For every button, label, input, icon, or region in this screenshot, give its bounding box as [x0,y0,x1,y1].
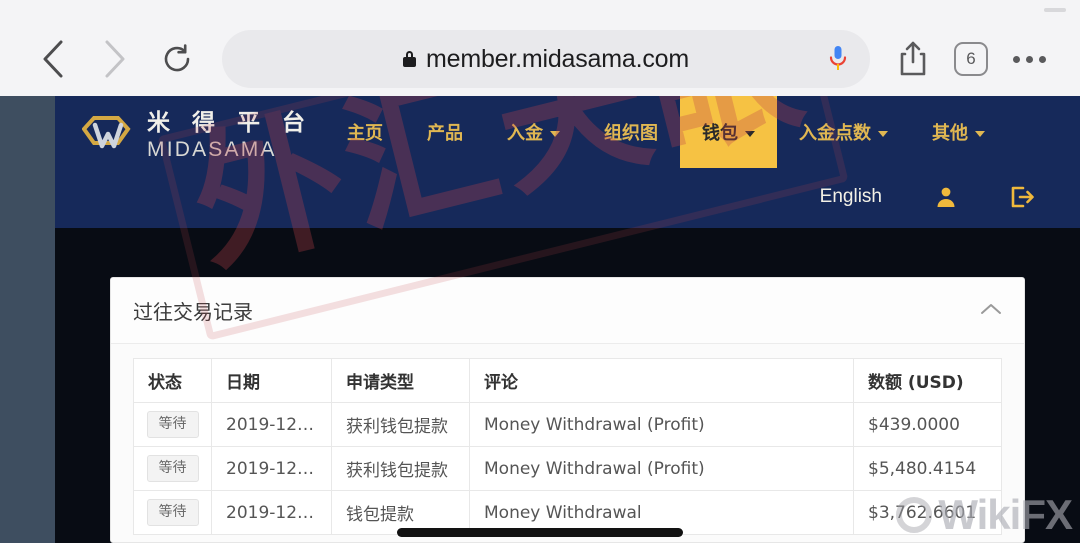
status-badge: 等待 [146,498,199,527]
browser-chrome: member.midasama.com 6 [0,0,1080,96]
share-button[interactable] [884,30,942,88]
forward-button[interactable] [84,28,146,90]
chevron-down-icon [745,130,755,137]
chevron-up-icon[interactable] [980,299,1002,322]
midasama-logo-icon [82,116,131,149]
col-amount: 数额 (USD) [853,358,1002,403]
cell-amount: $5,480.4154 [853,446,1002,491]
share-icon [900,41,926,76]
lock-icon [403,51,417,67]
nav-label: 入金点数 [799,123,871,144]
col-type: 申请类型 [331,358,470,403]
site-header: 米 得 平 台 MIDASAMA 主页 产品 入金 组织图 钱包 入金点数 其他… [55,96,1080,228]
back-button[interactable] [22,28,84,90]
more-menu-button[interactable] [1000,30,1058,88]
status-badge: 等待 [146,410,199,439]
cell-date: 2019-12-09 [211,490,332,535]
table-head: 状态 日期 申请类型 评论 数额 (USD) [133,358,1002,403]
logout-button[interactable] [984,185,1060,209]
nav-item-deposit-points[interactable]: 入金点数 [777,96,910,168]
tab-count-button[interactable]: 6 [942,30,1000,88]
transaction-table: 状态 日期 申请类型 评论 数额 (USD) 等待 2019-12-10 获利钱… [133,358,1002,535]
logout-icon [1011,186,1034,208]
cell-amount: $3,762.6601 [853,490,1002,535]
cell-status: 等待 [133,490,212,535]
status-badge: 等待 [146,454,199,483]
table-body: 等待 2019-12-10 获利钱包提款 Money Withdrawal (P… [133,402,1002,535]
secondary-navigation: English [794,172,1060,222]
chevron-down-icon [550,130,560,137]
account-button[interactable] [908,185,984,209]
cell-comment: Money Withdrawal (Profit) [469,446,854,491]
chevron-left-icon [43,40,63,78]
microphone-icon[interactable] [828,45,848,73]
screenshot-root: member.midasama.com 6 米 得 平 台 MIDASAMA 主… [0,0,1080,543]
table-row[interactable]: 等待 2019-12-09 获利钱包提款 Money Withdrawal (P… [133,446,1002,491]
user-icon [937,187,955,207]
nav-item-other[interactable]: 其他 [910,96,1007,168]
status-bar [0,0,1080,22]
col-date: 日期 [211,358,332,403]
cell-status: 等待 [133,446,212,491]
cell-status: 等待 [133,402,212,447]
col-status: 状态 [133,358,212,403]
brand-logo[interactable]: 米 得 平 台 MIDASAMA [82,112,312,160]
language-switch-link[interactable]: English [794,186,908,208]
brand-name-cn: 米 得 平 台 [147,110,313,136]
url-text: member.midasama.com [426,44,689,73]
address-bar-content: member.midasama.com [403,45,689,74]
nav-label: 钱包 [702,123,738,144]
status-bar-indicator [1044,8,1066,12]
address-bar[interactable]: member.midasama.com [222,30,870,88]
nav-item-wallet[interactable]: 钱包 [680,96,777,168]
reload-icon [164,44,190,72]
table-header-row: 状态 日期 申请类型 评论 数额 (USD) [133,358,1002,403]
card-title: 过往交易记录 [133,300,253,324]
nav-item-deposit[interactable]: 入金 [485,96,582,168]
chevron-down-icon [975,130,985,137]
col-comment: 评论 [469,358,854,403]
table-row[interactable]: 等待 2019-12-10 获利钱包提款 Money Withdrawal (P… [133,402,1002,447]
nav-label: 其他 [932,123,968,144]
main-navigation: 主页 产品 入金 组织图 钱包 入金点数 其他 [325,96,1007,168]
web-page: 米 得 平 台 MIDASAMA 主页 产品 入金 组织图 钱包 入金点数 其他… [55,96,1080,543]
cell-type: 获利钱包提款 [331,402,470,447]
card-header[interactable]: 过往交易记录 [111,278,1024,344]
cell-date: 2019-12-10 [211,402,332,447]
table-container: 状态 日期 申请类型 评论 数额 (USD) 等待 2019-12-10 获利钱… [111,344,1024,535]
reload-button[interactable] [146,28,208,90]
transaction-history-card: 过往交易记录 状态 日期 申请类型 评论 数额 (USD) 等待 2019-12… [110,277,1025,543]
nav-item-org-chart[interactable]: 组织图 [582,96,680,168]
page-viewport: 米 得 平 台 MIDASAMA 主页 产品 入金 组织图 钱包 入金点数 其他… [0,96,1080,543]
nav-label: 组织图 [604,123,658,144]
browser-toolbar: member.midasama.com 6 [0,22,1080,96]
chevron-down-icon [878,130,888,137]
cell-date: 2019-12-09 [211,446,332,491]
nav-label: 入金 [507,123,543,144]
ellipsis-icon [1012,55,1046,63]
nav-label: 主页 [347,123,383,144]
cell-comment: Money Withdrawal (Profit) [469,402,854,447]
nav-item-home[interactable]: 主页 [325,96,405,168]
tab-count-badge: 6 [954,42,988,76]
cell-amount: $439.0000 [853,402,1002,447]
nav-item-products[interactable]: 产品 [405,96,485,168]
brand-text: 米 得 平 台 MIDASAMA [147,110,313,161]
home-indicator [397,528,683,537]
brand-name-en: MIDASAMA [147,138,277,161]
nav-label: 产品 [427,123,463,144]
chevron-right-icon [105,40,125,78]
cell-type: 获利钱包提款 [331,446,470,491]
